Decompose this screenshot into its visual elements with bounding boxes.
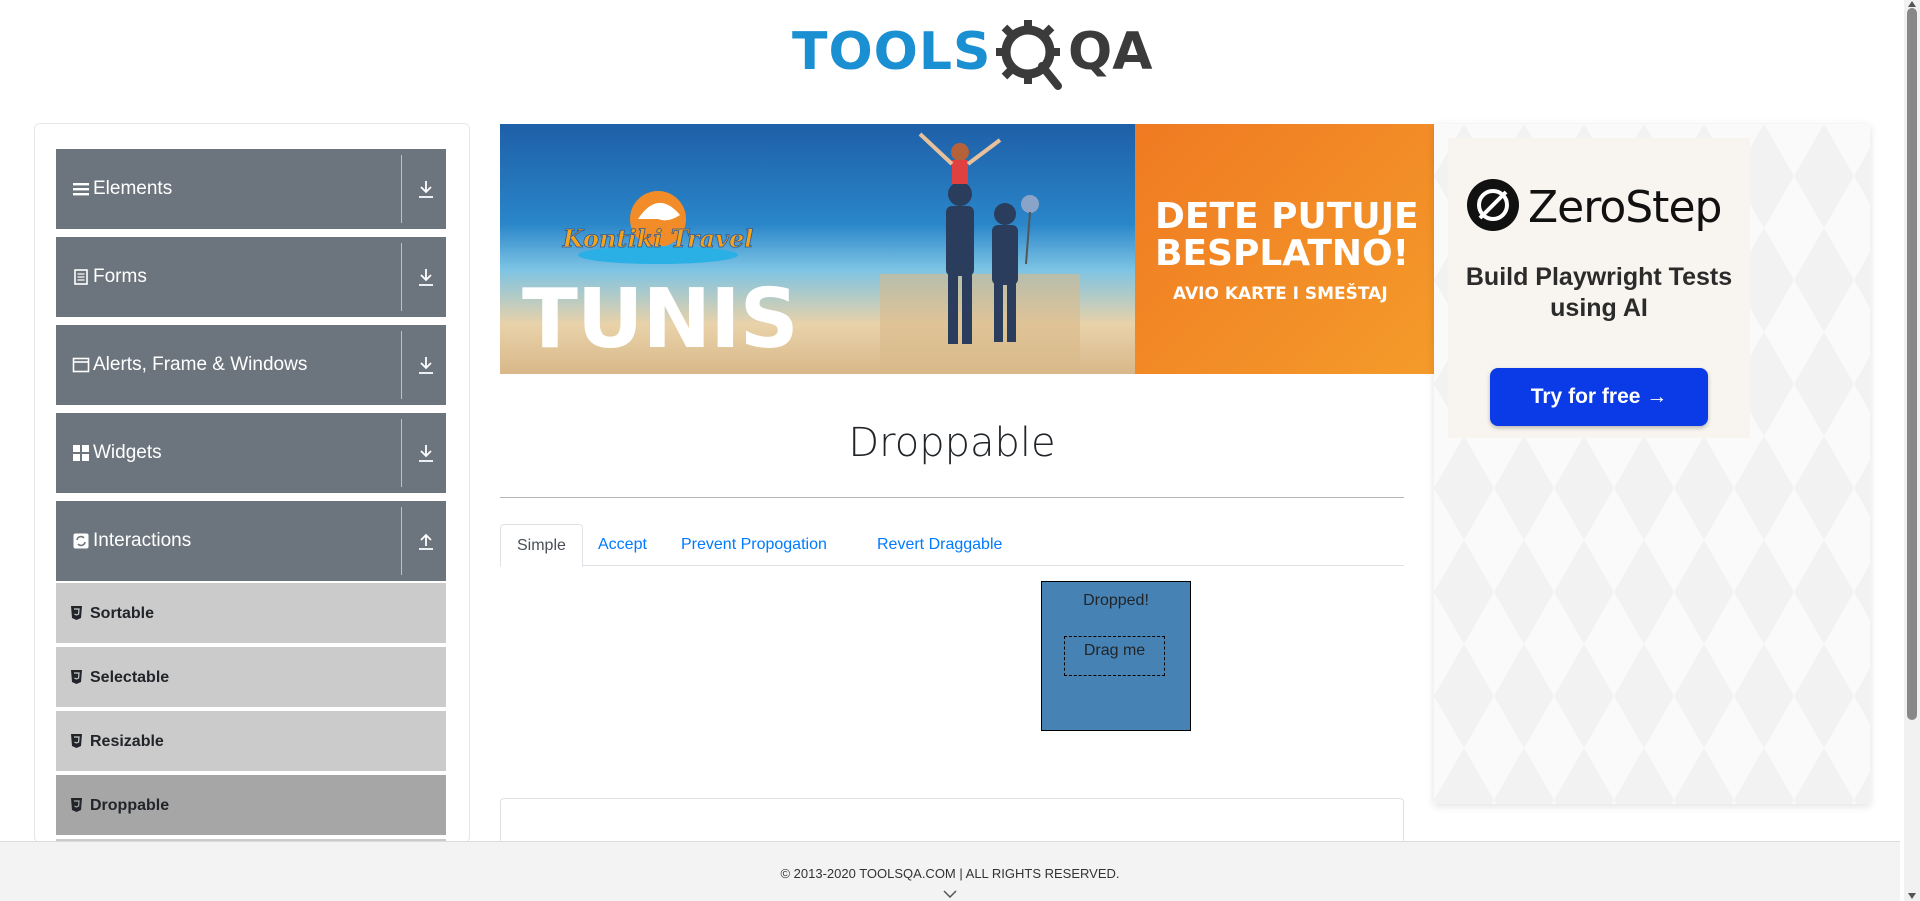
download-arrow-icon	[419, 445, 433, 462]
grid-icon	[73, 445, 89, 461]
banner-ad[interactable]: Kontiki Travel TUNIS DETE PUTUJE BESPLAT…	[500, 124, 1434, 374]
sidebar-group-label: Widgets	[93, 442, 162, 463]
svg-text:Kontiki Travel: Kontiki Travel	[562, 224, 754, 253]
family-photo-image	[880, 132, 1080, 374]
footer-copyright: © 2013-2020 TOOLSQA.COM | ALL RIGHTS RES…	[780, 866, 1120, 881]
logo-text-qa: QA	[1068, 22, 1153, 82]
sidebar-item-label: Selectable	[90, 669, 170, 686]
sidebar-group-forms[interactable]: Forms	[56, 237, 446, 317]
zerostep-logo-icon	[1467, 179, 1519, 231]
divider	[401, 507, 402, 575]
tab-bar: Simple Accept Prevent Propogation Revert…	[500, 524, 1404, 567]
download-arrow-icon	[419, 269, 433, 286]
promo-headline: DETE PUTUJE BESPLATNO!	[1155, 196, 1419, 274]
list-icon	[73, 183, 89, 196]
sidebar-item-sortable[interactable]: Sortable	[56, 583, 446, 644]
sidebar-group-widgets[interactable]: Widgets	[56, 413, 446, 493]
header: TOOLS QA	[0, 0, 1900, 110]
divider	[401, 331, 402, 399]
sidebar-group-elements[interactable]: Elements	[56, 149, 446, 229]
sidebar-item-resizable[interactable]: Resizable	[56, 711, 446, 772]
footer: © 2013-2020 TOOLSQA.COM | ALL RIGHTS RES…	[0, 841, 1900, 901]
droppable-label: Dropped!	[1083, 592, 1149, 609]
sidebar-group-label: Forms	[93, 266, 147, 287]
sidebar-group-alerts[interactable]: Alerts, Frame & Windows	[56, 325, 446, 405]
tab-revert-draggable[interactable]: Revert Draggable	[861, 524, 1018, 567]
interactions-icon	[73, 533, 89, 549]
upload-arrow-icon	[419, 533, 433, 550]
zerostep-brand: ZeroStep	[1528, 182, 1722, 233]
logo-text-tools: TOOLS	[792, 22, 992, 82]
html5-icon	[71, 798, 82, 812]
html5-icon	[71, 734, 82, 748]
kontiki-travel-logo: Kontiki Travel	[561, 191, 754, 264]
page-scrollbar[interactable]	[1904, 0, 1920, 901]
window-icon	[72, 357, 90, 373]
scroll-up-icon[interactable]	[1908, 1, 1916, 7]
download-arrow-icon	[419, 181, 433, 198]
sidebar-item-label: Droppable	[90, 797, 170, 814]
divider	[500, 497, 1404, 498]
draggable-box[interactable]: Drag me	[1064, 636, 1165, 676]
html5-icon	[71, 670, 82, 684]
chevron-down-icon[interactable]	[943, 890, 957, 898]
zerostep-ad-card: ZeroStep Build Playwright Tests using AI…	[1448, 138, 1750, 438]
toolsqa-logo[interactable]: TOOLS QA	[792, 16, 1152, 90]
sidebar-item-selectable[interactable]: Selectable	[56, 647, 446, 708]
sidebar-group-label: Alerts, Frame & Windows	[93, 354, 308, 375]
destination-text: TUNIS	[522, 272, 799, 367]
zerostep-tagline: Build Playwright Tests using AI	[1465, 263, 1733, 322]
scrollbar-thumb[interactable]	[1907, 8, 1917, 720]
tab-simple[interactable]: Simple	[500, 524, 583, 567]
tab-prevent-propogation[interactable]: Prevent Propogation	[665, 524, 843, 567]
divider	[401, 243, 402, 311]
try-for-free-button[interactable]: Try for free →	[1490, 368, 1708, 426]
sidebar-group-label: Elements	[93, 178, 173, 199]
sidebar-group-label: Interactions	[93, 530, 192, 551]
promo-subline: AVIO KARTE I SMEŠTAJ	[1173, 284, 1388, 304]
sidebar-item-label: Resizable	[90, 733, 164, 750]
document-icon	[74, 269, 88, 285]
divider	[401, 155, 402, 223]
tab-accept[interactable]: Accept	[582, 524, 663, 567]
download-arrow-icon	[419, 357, 433, 374]
left-panel: Elements Forms Alerts, Frame & Windows W…	[34, 123, 470, 843]
scroll-down-icon[interactable]	[1908, 893, 1916, 899]
divider	[401, 419, 402, 487]
html5-icon	[71, 606, 82, 620]
page-title: Droppable	[848, 420, 1056, 466]
gear-icon	[996, 20, 1062, 90]
sidebar-item-label: Sortable	[90, 605, 155, 622]
sidebar-item-droppable[interactable]: Droppable	[56, 775, 446, 836]
right-ad[interactable]: ZeroStep Build Playwright Tests using AI…	[1434, 124, 1870, 804]
sidebar-group-interactions[interactable]: Interactions	[56, 501, 446, 581]
